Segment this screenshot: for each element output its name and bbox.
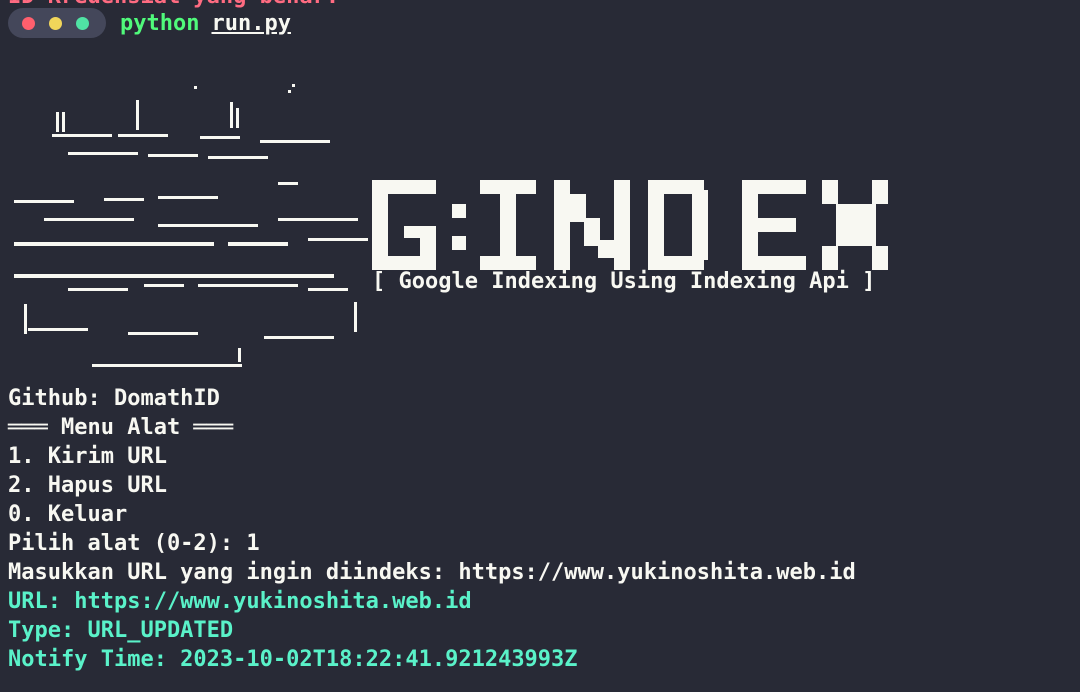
github-line: Github: DomathID [8, 386, 220, 411]
url-input-prompt: Masukkan URL yang ingin diindeks: https:… [8, 560, 856, 585]
result-notify-time: Notify Time: 2023-10-02T18:22:41.9212439… [8, 647, 578, 672]
command-file: run.py [211, 10, 291, 36]
prompt-row: python run.py [8, 8, 291, 38]
menu-header: ═══ Menu Alat ═══ [8, 415, 234, 440]
command-program: python [120, 10, 200, 36]
window-controls [8, 8, 106, 38]
ascii-art-logo [14, 84, 368, 367]
menu-item-kirim: 1. Kirim URL [8, 444, 167, 469]
maximize-dot-icon[interactable] [76, 16, 89, 30]
choose-prompt: Pilih alat (0-2): 1 [8, 531, 260, 556]
minimize-dot-icon[interactable] [49, 16, 62, 30]
gindex-block-logo [372, 180, 888, 270]
close-dot-icon[interactable] [22, 16, 35, 30]
logo-tagline: [ Google Indexing Using Indexing Api ] [372, 269, 876, 294]
menu-item-hapus: 2. Hapus URL [8, 473, 167, 498]
result-url: URL: https://www.yukinoshita.web.id [8, 589, 472, 614]
command-line: python run.py [120, 11, 291, 36]
menu-item-keluar: 0. Keluar [8, 502, 128, 527]
result-type: Type: URL_UPDATED [8, 618, 234, 643]
